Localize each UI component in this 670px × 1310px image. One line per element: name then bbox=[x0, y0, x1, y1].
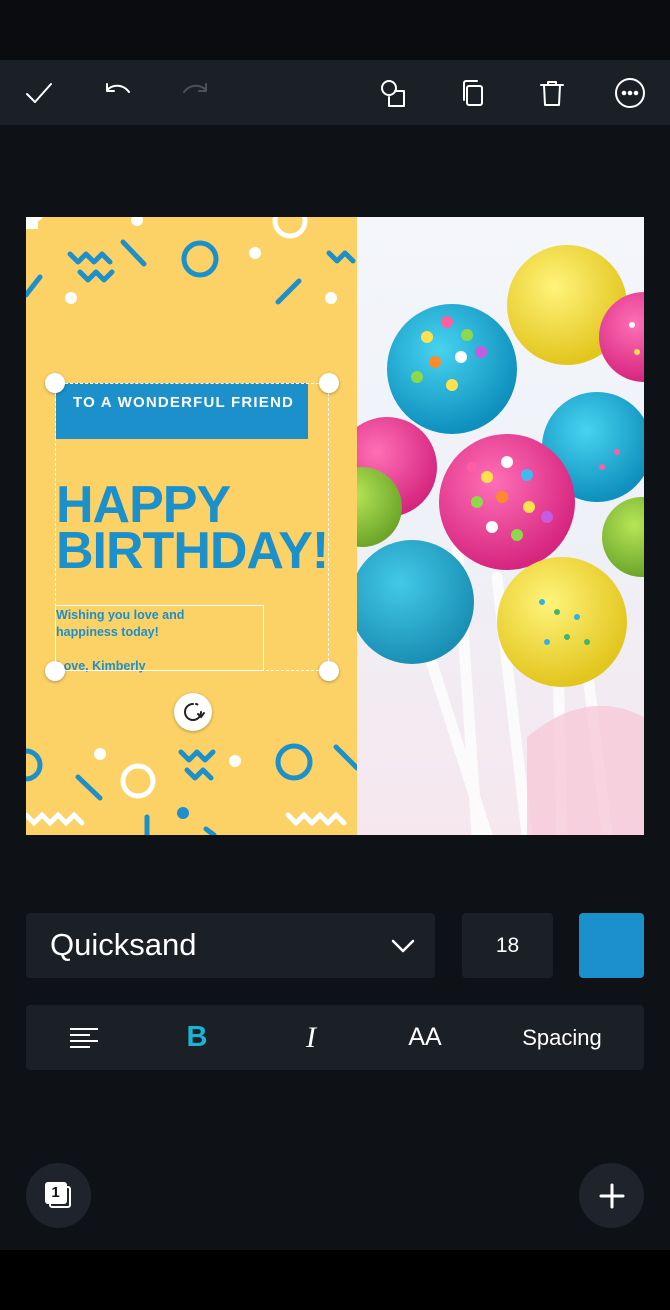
shapes-icon bbox=[381, 80, 405, 107]
italic-button[interactable]: I bbox=[291, 1005, 331, 1070]
pages-button[interactable]: 1 bbox=[26, 1163, 91, 1228]
resize-handle-bottom-right[interactable] bbox=[319, 661, 339, 681]
align-button[interactable] bbox=[61, 1005, 106, 1070]
uppercase-button[interactable]: AA bbox=[400, 1005, 450, 1070]
done-button[interactable] bbox=[19, 73, 59, 113]
pages-icon: 1 bbox=[44, 1181, 73, 1210]
check-icon bbox=[26, 83, 52, 103]
add-element-button[interactable] bbox=[579, 1163, 644, 1228]
font-family-value: Quicksand bbox=[50, 927, 197, 962]
system-nav-bar bbox=[0, 1250, 670, 1310]
spacing-button[interactable]: Spacing bbox=[516, 1005, 608, 1070]
undo-icon bbox=[106, 83, 130, 93]
rotate-icon bbox=[184, 703, 205, 721]
resize-handle-bottom-left[interactable] bbox=[45, 661, 65, 681]
more-icon bbox=[615, 78, 645, 108]
page-number: 1 bbox=[44, 1181, 67, 1204]
undo-button[interactable] bbox=[97, 73, 137, 113]
shapes-button[interactable] bbox=[373, 73, 413, 113]
cake-pops-image bbox=[357, 245, 644, 835]
redo-button[interactable] bbox=[176, 73, 216, 113]
top-toolbar bbox=[0, 60, 670, 125]
rotate-handle[interactable] bbox=[174, 693, 212, 731]
status-bar bbox=[0, 0, 670, 60]
resize-handle-top-right[interactable] bbox=[319, 373, 339, 393]
text-color-swatch[interactable] bbox=[579, 913, 644, 978]
delete-button[interactable] bbox=[532, 73, 572, 113]
font-family-dropdown[interactable]: Quicksand bbox=[26, 913, 435, 978]
cake-pops-photo[interactable] bbox=[357, 217, 644, 835]
duplicate-button[interactable] bbox=[453, 73, 493, 113]
font-size-field[interactable]: 18 bbox=[462, 913, 553, 978]
card-left-panel: TO A WONDERFUL FRIEND HAPPY BIRTHDAY! Wi… bbox=[26, 217, 357, 835]
trash-icon bbox=[540, 81, 564, 106]
message-selection-box bbox=[55, 605, 264, 671]
duplicate-icon bbox=[463, 80, 483, 106]
design-card[interactable]: TO A WONDERFUL FRIEND HAPPY BIRTHDAY! Wi… bbox=[26, 217, 644, 835]
format-toolbar: B I AA Spacing bbox=[26, 1005, 644, 1070]
chevron-down-icon bbox=[391, 939, 415, 953]
plus-icon bbox=[599, 1183, 624, 1208]
align-left-icon bbox=[69, 1027, 98, 1048]
resize-handle-top-left[interactable] bbox=[45, 373, 65, 393]
bold-button[interactable]: B bbox=[176, 1005, 218, 1070]
more-button[interactable] bbox=[610, 73, 650, 113]
redo-icon bbox=[183, 83, 207, 93]
